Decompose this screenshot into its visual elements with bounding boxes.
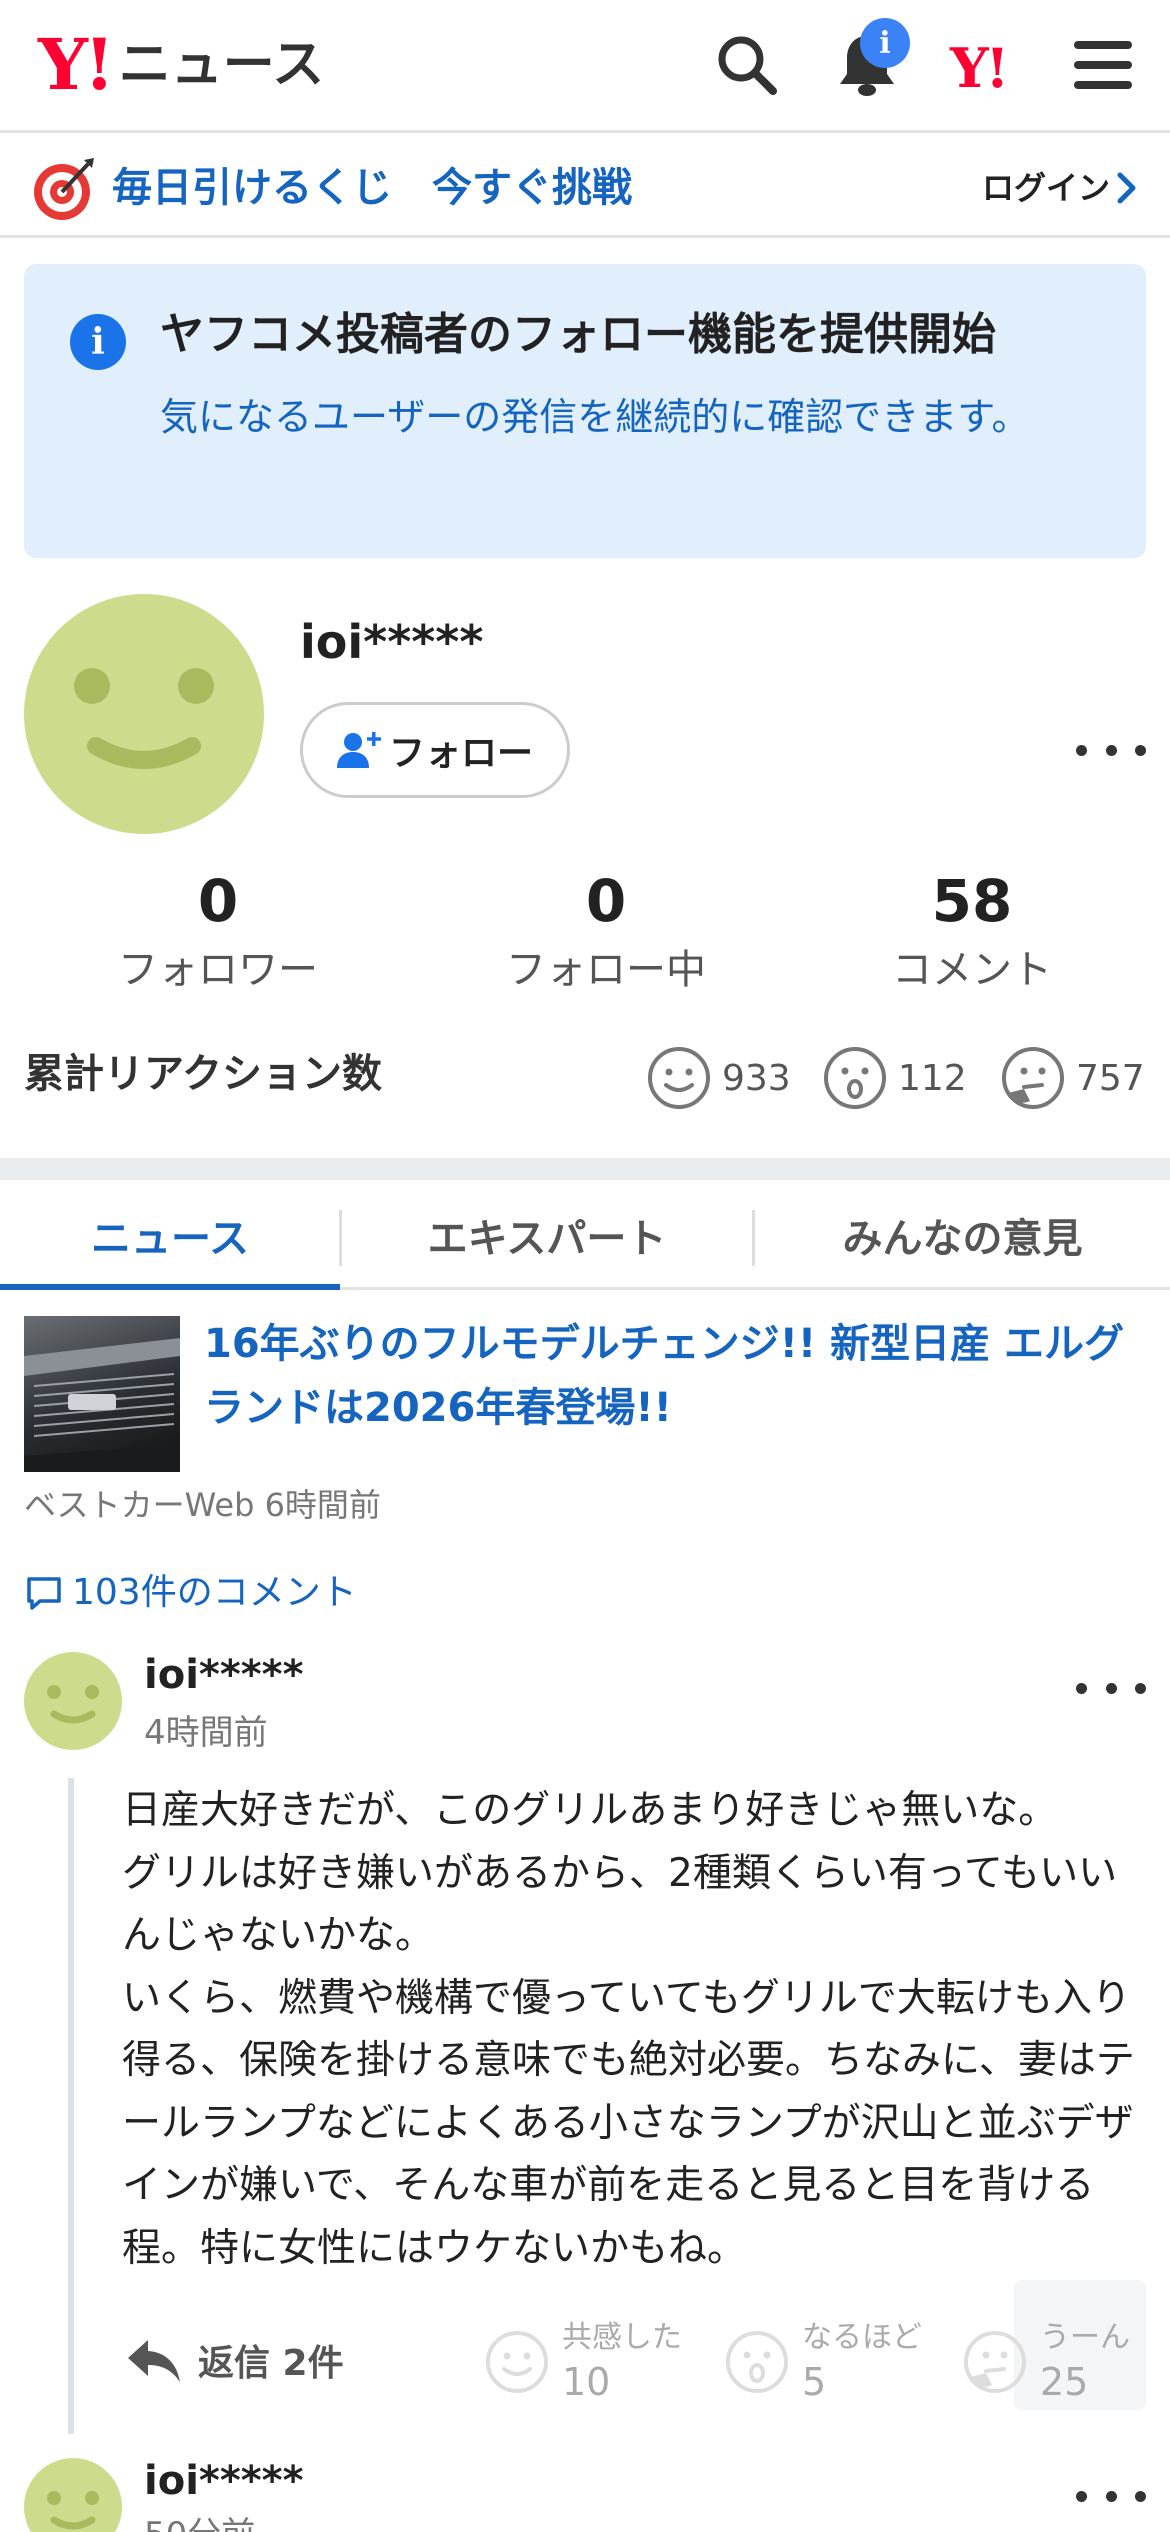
notice-title: ヤフコメ投稿者のフォロー機能を提供開始 [160, 309, 996, 360]
stat-following[interactable]: 0 フォロー中 [456, 866, 756, 1000]
info-icon: i [70, 314, 126, 370]
reply-button[interactable]: 返信 2件 [126, 2330, 344, 2390]
lottery-promo-bar: 毎日引けるくじ 今すぐ挑戦 ログイン [0, 136, 1170, 238]
reaction-empathy-button[interactable]: 共感した 10 [484, 2312, 682, 2412]
hmm-icon [964, 2331, 1026, 2393]
chevron-right-icon [1117, 172, 1136, 204]
login-link[interactable]: ログイン [982, 166, 1138, 210]
article-thumbnail[interactable] [24, 1316, 180, 1472]
hamburger-menu-icon[interactable] [1068, 30, 1138, 100]
reaction-surprised: 112 [822, 1044, 967, 1112]
comment-body: 日産大好きだが、このグリルあまり好きじゃ無いな。 グリルは好き嫌いがあるから、2… [122, 1788, 1135, 2271]
reply-arrow-icon [128, 2340, 180, 2382]
app-header: Y! ニュース i Y! [0, 0, 1170, 133]
comments-link-label: 103件のコメント [72, 1572, 357, 1613]
reaction-hmm-button[interactable]: うーん 25 [962, 2312, 1130, 2412]
user-avatar [24, 594, 264, 834]
logo-mark: Y! [38, 23, 115, 106]
profile-username: ioi***** [300, 615, 484, 669]
comment-time: 4時間前 [144, 1713, 268, 1753]
reaction-insightful-button[interactable]: なるほど 5 [724, 2312, 922, 2412]
login-label: ログイン [981, 169, 1110, 207]
tab-expert[interactable]: エキスパート [342, 1180, 752, 1290]
tab-opinions[interactable]: みんなの意見 [755, 1180, 1170, 1290]
article-title-link[interactable]: 16年ぶりのフルモデルチェンジ!! 新型日産 エルグランドは2026年春登場!! [204, 1312, 1144, 1440]
surprised-icon [824, 1047, 886, 1109]
following-count: 0 [585, 867, 627, 935]
empathy-label: 共感した [562, 2320, 682, 2355]
reaction-hmm-count: 757 [1076, 1057, 1145, 1099]
reply-count-label: 返信 2件 [198, 2343, 344, 2384]
reaction-smile: 933 [646, 1044, 791, 1112]
reaction-surprised-count: 112 [898, 1057, 967, 1099]
car-grille-image [24, 1338, 180, 1472]
commenter-avatar [24, 1652, 122, 1750]
article-source-time: ベストカーWeb 6時間前 [24, 1486, 381, 1524]
active-tab-indicator [0, 1284, 340, 1290]
stat-followers[interactable]: 0 フォロワー [68, 866, 368, 1000]
reaction-smile-count: 933 [722, 1057, 791, 1099]
notification-badge: i [860, 18, 910, 68]
comment-time: 50分前 [144, 2510, 255, 2532]
notification-bell-button[interactable]: i [832, 18, 910, 100]
followers-label: フォロワー [118, 947, 318, 993]
hmm-icon [1002, 1047, 1064, 1109]
insightful-label: なるほど [802, 2320, 922, 2355]
total-reactions-title: 累計リアクション数 [24, 1051, 382, 1097]
follow-button[interactable]: フォロー [300, 702, 570, 798]
hmm-count: 25 [1040, 2360, 1089, 2404]
notice-body: 気になるユーザーの発信を継続的に確認できます。 [160, 395, 1030, 439]
content-tabs: ニュース エキスパート みんなの意見 [0, 1180, 1170, 1290]
hmm-label: うーん [1040, 2320, 1130, 2355]
comment-bubble-icon [27, 1577, 61, 1610]
target-icon [34, 158, 94, 220]
lottery-promo-link[interactable]: 毎日引けるくじ 今すぐ挑戦 [112, 160, 632, 216]
comments-count: 58 [931, 867, 1013, 935]
follow-label: フォロー [388, 733, 533, 774]
add-user-icon [336, 732, 381, 768]
reaction-hmm: 757 [1000, 1044, 1145, 1112]
follow-feature-notice: i ヤフコメ投稿者のフォロー機能を提供開始 気になるユーザーの発信を継続的に確認… [24, 264, 1146, 558]
smile-icon [648, 1047, 710, 1109]
following-label: フォロー中 [506, 947, 706, 993]
insightful-count: 5 [802, 2360, 827, 2404]
yahoo-top-link[interactable]: Y! [950, 36, 1009, 100]
search-icon[interactable] [712, 30, 782, 100]
commenter-avatar [24, 2458, 122, 2532]
comment-username[interactable]: ioi***** [144, 2454, 304, 2508]
followers-count: 0 [197, 867, 239, 935]
stat-comments: 58 コメント [822, 866, 1122, 1000]
yahoo-news-logo[interactable]: Y! ニュース [38, 30, 324, 100]
surprised-icon [726, 2331, 788, 2393]
logo-text: ニュース [118, 35, 325, 95]
comment-more-options-icon[interactable] [1076, 2476, 1146, 2516]
section-divider [0, 1158, 1170, 1180]
smile-icon [486, 2331, 548, 2393]
profile-more-options-icon[interactable] [1076, 730, 1146, 770]
article-comments-link[interactable]: 103件のコメント [24, 1566, 357, 1620]
tab-news[interactable]: ニュース [0, 1180, 340, 1290]
comment-more-options-icon[interactable] [1076, 1668, 1146, 1708]
comment-thread-bar [68, 1778, 74, 2434]
empathy-count: 10 [562, 2360, 611, 2404]
comments-label: コメント [892, 947, 1052, 993]
comment-username[interactable]: ioi***** [144, 1648, 304, 1702]
